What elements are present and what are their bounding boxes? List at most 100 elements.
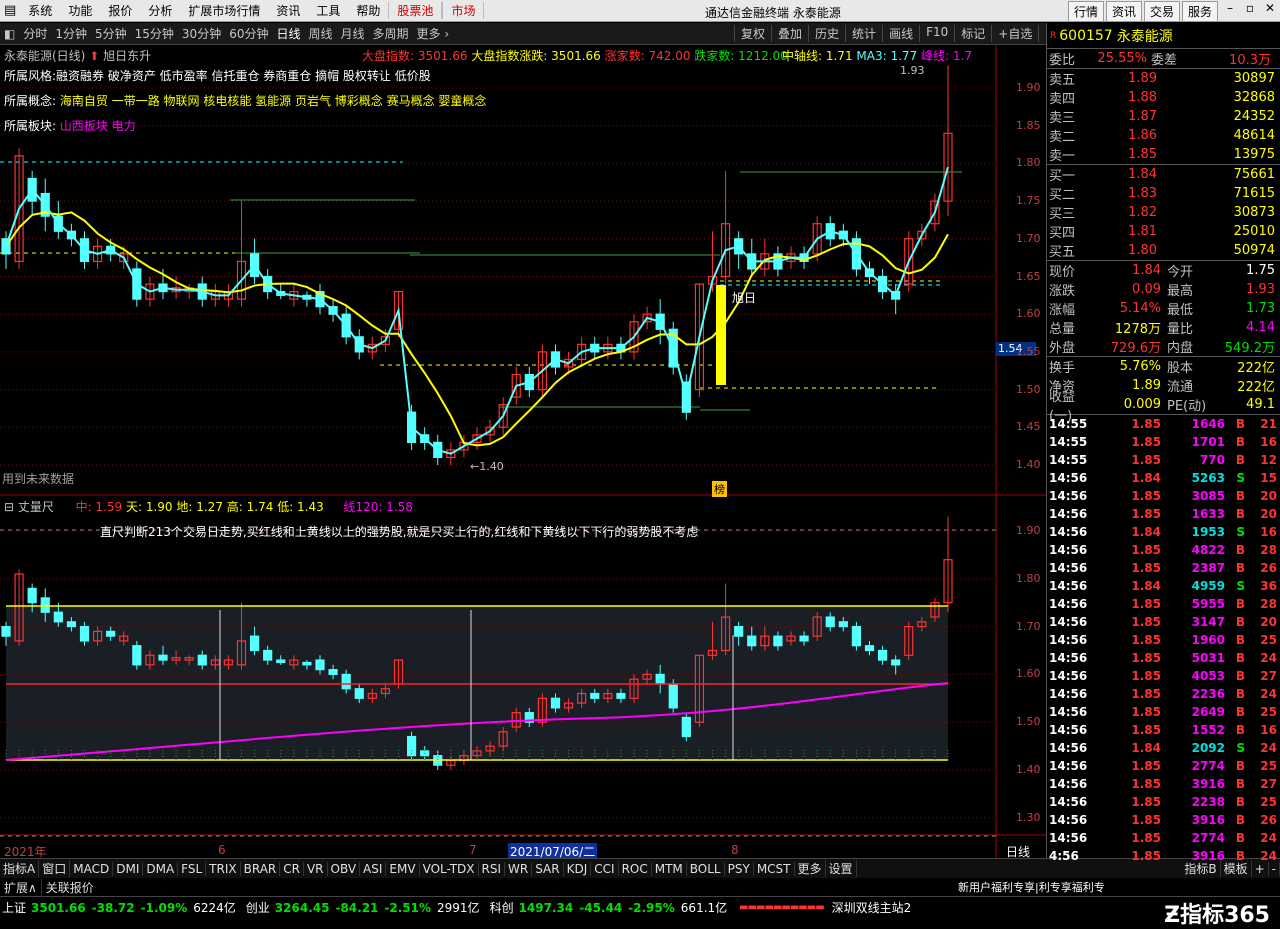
indicator-tab-trix[interactable]: TRIX (206, 861, 241, 876)
indicator-tab-设置[interactable]: 设置 (826, 860, 857, 877)
period-15min[interactable]: 15分钟 (131, 25, 178, 42)
indicator-tab-vol-tdx[interactable]: VOL-TDX (420, 861, 479, 876)
menu-tools[interactable]: 工具 (308, 2, 348, 19)
indicator-tab-emv[interactable]: EMV (386, 861, 420, 876)
indicator-tab-sar[interactable]: SAR (532, 861, 564, 876)
period-multi[interactable]: 多周期 (369, 25, 413, 42)
indicator-tab-asi[interactable]: ASI (360, 861, 387, 876)
indicator-tab-psy[interactable]: PSY (725, 861, 754, 876)
maximize-icon[interactable]: ▫ (1242, 1, 1258, 22)
history-button[interactable]: 历史 (808, 25, 845, 42)
brand-logo: Ƶ指标365 (1164, 897, 1270, 929)
candle (720, 170, 731, 285)
period-tick[interactable]: 分时 (19, 25, 51, 42)
indicator-tab-mtm[interactable]: MTM (652, 861, 687, 876)
asks-row[interactable]: 卖一 1.85 13975 (1047, 145, 1280, 164)
concept-values: 海南自贸 一带一路 物联网 核电核能 氢能源 页岩气 博彩概念 赛马概念 婴童概… (59, 94, 487, 108)
indicator-tab-boll[interactable]: BOLL (687, 861, 725, 876)
period-daily[interactable]: 日线 (272, 25, 304, 42)
asks-row[interactable]: 卖二 1.86 48614 (1047, 126, 1280, 145)
period-5min[interactable]: 5分钟 (91, 25, 131, 42)
tick-price: 1.85 (1131, 795, 1161, 809)
close-icon[interactable]: ✕ (1262, 1, 1278, 22)
add-watchlist-button[interactable]: +自选 (991, 25, 1038, 42)
app-icon[interactable]: ▤ (0, 3, 20, 18)
period-30min[interactable]: 30分钟 (178, 25, 225, 42)
layout-icon[interactable]: ◧ (0, 27, 19, 41)
down-count: 跌家数: 1212.00 (694, 49, 788, 63)
asks-row[interactable]: 卖三 1.87 24352 (1047, 107, 1280, 126)
tick-list[interactable]: 14:55 1.85 1646 B 21 14:55 1.85 1701 B 16 14:55 1.8… (1047, 414, 1280, 865)
period-60min[interactable]: 60分钟 (225, 25, 272, 42)
indicator-tab-obv[interactable]: OBV (328, 861, 361, 876)
quote-button[interactable]: 行情 (1067, 1, 1104, 22)
server-label[interactable]: 深圳双线主站2 (828, 899, 916, 916)
stats2-value2: 49.1 (1246, 397, 1275, 412)
bids-row[interactable]: 买四 1.81 25010 (1047, 222, 1280, 241)
asks-row[interactable]: 卖五 1.89 30897 (1047, 69, 1280, 88)
indicator-tab-cci[interactable]: CCI (591, 861, 619, 876)
menu-analysis[interactable]: 分析 (140, 2, 180, 19)
menu-quote[interactable]: 报价 (100, 2, 140, 19)
stats-button[interactable]: 统计 (845, 25, 882, 42)
indicator-tab-cr[interactable]: CR (280, 861, 304, 876)
related-quote-tab[interactable]: 关联报价 (42, 879, 98, 896)
x-month-6: 6 (218, 843, 226, 857)
adjust-button[interactable]: 复权 (734, 25, 771, 42)
bids-row[interactable]: 买五 1.80 50974 (1047, 241, 1280, 260)
period-weekly[interactable]: 周线 (305, 25, 337, 42)
extension-toggle[interactable]: 扩展∧ (0, 878, 42, 896)
news-ticker[interactable]: 新用户福利专享|利专享福利专 (958, 879, 1105, 895)
tick-row: 14:56 1.85 5031 B 24 (1047, 649, 1280, 667)
y-tick: 1.50 (1016, 382, 1041, 396)
f10-button[interactable]: F10 (919, 25, 954, 42)
asks-row[interactable]: 卖四 1.88 32868 (1047, 88, 1280, 107)
menu-news[interactable]: 资讯 (268, 2, 308, 19)
info-button[interactable]: 资讯 (1105, 1, 1142, 22)
bang-badge[interactable]: 榜 (712, 481, 727, 497)
tick-side: B (1235, 453, 1245, 467)
service-button[interactable]: 服务 (1181, 1, 1218, 22)
menu-market[interactable]: 市场 (442, 2, 485, 19)
indicator-tab-wr[interactable]: WR (505, 861, 533, 876)
indicator-tab-mcst[interactable]: MCST (754, 861, 795, 876)
indicator-tab-brar[interactable]: BRAR (241, 861, 281, 876)
indicator-tab-dma[interactable]: DMA (143, 861, 179, 876)
bids-row[interactable]: 买一 1.84 75661 (1047, 165, 1280, 184)
mark-button[interactable]: 标记 (954, 25, 991, 42)
trade-button[interactable]: 交易 (1143, 1, 1180, 22)
menu-stock-pool[interactable]: 股票池 (388, 2, 443, 19)
indicator-tab-dmi[interactable]: DMI (113, 861, 144, 876)
menu-help[interactable]: 帮助 (348, 2, 388, 19)
tick-count: 24 (1260, 741, 1277, 755)
indicator-tab-vr[interactable]: VR (304, 861, 328, 876)
menu-ext-market[interactable]: 扩展市场行情 (180, 2, 268, 19)
bids-row[interactable]: 买二 1.83 71615 (1047, 184, 1280, 203)
period-monthly[interactable]: 月线 (337, 25, 369, 42)
bids-row[interactable]: 买三 1.82 30873 (1047, 203, 1280, 222)
indicator-tab-rsi[interactable]: RSI (479, 861, 506, 876)
indicator-tab-窗口[interactable]: 窗口 (39, 860, 71, 877)
indicator-tab-更多[interactable]: 更多 (795, 860, 826, 877)
overlay-button[interactable]: 叠加 (771, 25, 808, 42)
sub-icon[interactable]: ⊟ (4, 500, 14, 514)
tick-volume: 770 (1199, 453, 1225, 467)
chart-canvas[interactable] (0, 45, 1046, 858)
indicator-tab-fsl[interactable]: FSL (178, 861, 207, 876)
period-more[interactable]: 更多 › (413, 25, 454, 42)
menu-function[interactable]: 功能 (60, 2, 100, 19)
indicator-tab-roc[interactable]: ROC (619, 861, 652, 876)
indicator-tab-macd[interactable]: MACD (70, 861, 114, 876)
draw-button[interactable]: 画线 (882, 25, 919, 42)
stats-label2: 内盘 (1167, 341, 1194, 356)
indicator-tab-指标a[interactable]: 指标A (0, 860, 40, 877)
tick-time: 14:56 (1049, 633, 1088, 647)
stats2-row: 换手 5.76% 股本 222亿 (1047, 357, 1280, 376)
menu-system[interactable]: 系统 (20, 2, 60, 19)
minimize-icon[interactable]: – (1222, 1, 1238, 22)
stats-label: 总量 (1049, 322, 1076, 337)
indicator-tab-kdj[interactable]: KDJ (564, 861, 592, 876)
bids-volume: 50974 (1233, 243, 1275, 258)
period-1min[interactable]: 1分钟 (51, 25, 91, 42)
stock-name: 永泰能源 (1116, 28, 1173, 45)
